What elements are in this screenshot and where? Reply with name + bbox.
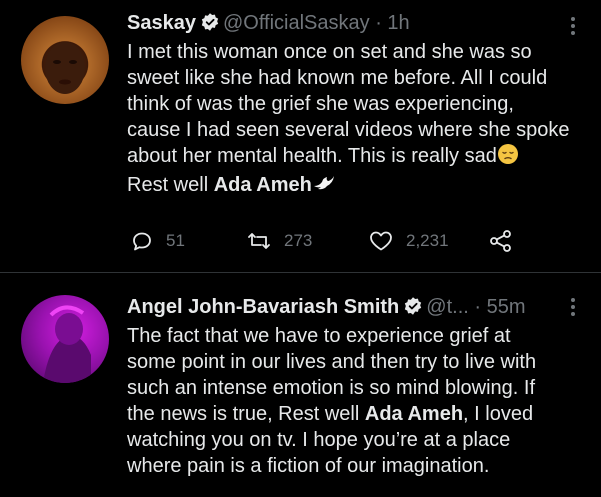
tweet-text: I met this woman once on set and she was…: [127, 39, 587, 201]
author-name[interactable]: Saskay: [127, 12, 196, 34]
bold-name: Ada Ameh: [364, 403, 464, 425]
text-segment: about her mental health. This is really …: [127, 145, 497, 167]
text-line: the news is true, Rest well Ada Ameh, I …: [127, 401, 587, 427]
share-button[interactable]: [488, 229, 514, 253]
author-name[interactable]: Angel John-Bavariash Smith: [127, 296, 399, 318]
more-options-icon[interactable]: [565, 295, 581, 319]
text-line: Rest well Ada Ameh: [127, 172, 587, 201]
retweet-button[interactable]: 273: [246, 229, 312, 253]
text-segment: the news is true, Rest well: [127, 403, 365, 425]
bold-name: Ada Ameh: [213, 174, 312, 196]
verified-badge-icon: [403, 296, 423, 322]
pensive-face-emoji: [497, 143, 519, 172]
text-line: The fact that we have to experience grie…: [127, 325, 511, 347]
text-line: some point in our lives and then try to …: [127, 351, 537, 373]
share-icon: [490, 230, 511, 252]
like-button[interactable]: 2,231: [368, 229, 449, 253]
text-line: think of was the grief she was experienc…: [127, 93, 514, 115]
tweet-1[interactable]: Saskay @OfficialSaskay · 1h I met this wo…: [0, 0, 601, 272]
text-line: sweet like she had known me before. All …: [127, 67, 548, 89]
avatar-saskay[interactable]: [21, 16, 109, 104]
text-segment: , I loved: [463, 403, 534, 425]
text-segment: Rest well: [127, 174, 214, 196]
more-options-icon[interactable]: [565, 14, 581, 38]
retweet-count: 273: [284, 231, 313, 250]
text-line: about her mental health. This is really …: [127, 143, 587, 172]
text-line: I met this woman once on set and she was…: [127, 41, 532, 63]
retweet-icon: [248, 233, 270, 249]
reply-button[interactable]: 51: [130, 229, 185, 253]
author-handle[interactable]: @OfficialSaskay: [223, 12, 370, 34]
avatar-angel[interactable]: [21, 295, 109, 383]
text-line: watching you on tv. I hope you’re at a p…: [127, 429, 511, 451]
verified-badge-icon: [200, 12, 220, 38]
reply-count: 51: [166, 231, 185, 250]
dove-emoji: [312, 172, 336, 201]
tweet-header: Saskay @OfficialSaskay · 1h: [127, 11, 410, 38]
reply-icon: [133, 232, 151, 251]
tweet-text: The fact that we have to experience grie…: [127, 323, 587, 479]
tweet-header: Angel John-Bavariash Smith @t... · 55m: [127, 295, 526, 322]
text-line: cause I had seen several videos where sh…: [127, 119, 570, 141]
tweet-2[interactable]: Angel John-Bavariash Smith @t... · 55m Th…: [0, 273, 601, 497]
like-count: 2,231: [406, 231, 449, 250]
tweet-time[interactable]: · 55m: [474, 296, 525, 318]
tweet-time[interactable]: · 1h: [375, 12, 409, 34]
like-icon: [370, 231, 392, 251]
text-line: where pain is a fiction of our imaginati…: [127, 455, 490, 477]
author-handle[interactable]: @t...: [426, 296, 469, 318]
text-line: such an intense emotion is so mind blowi…: [127, 377, 535, 399]
